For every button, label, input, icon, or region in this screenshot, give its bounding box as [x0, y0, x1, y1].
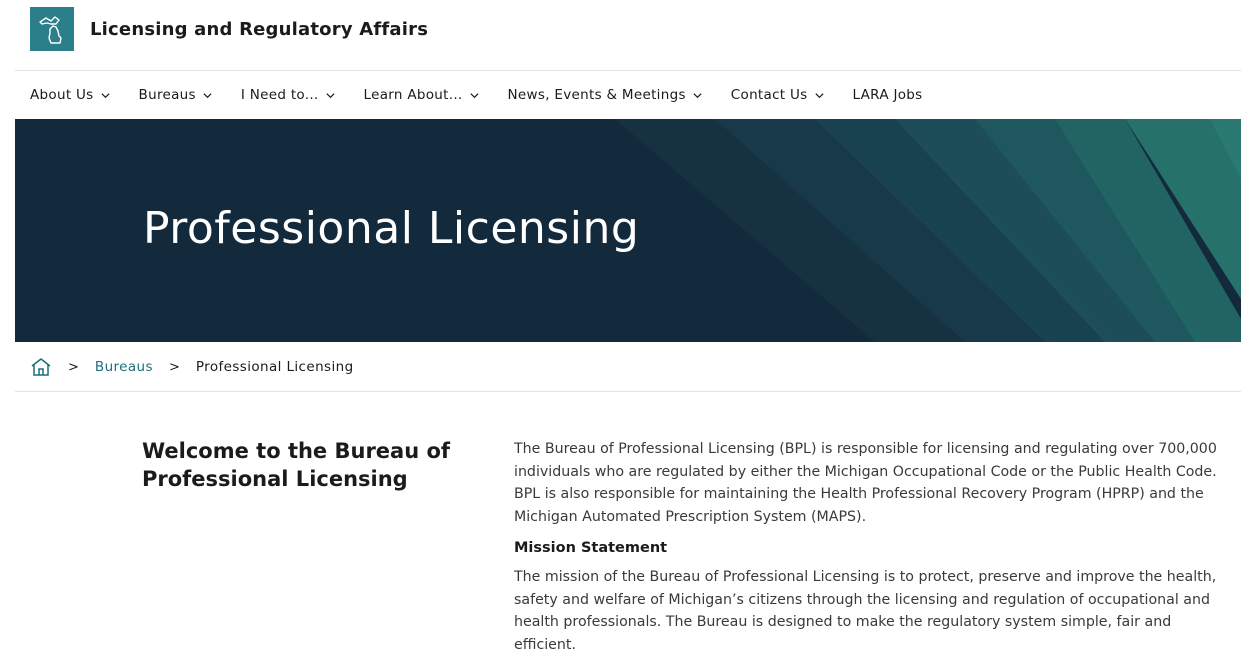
page-title: Professional Licensing: [143, 203, 640, 254]
main-nav: About Us Bureaus I Need to... Learn Abou…: [30, 84, 951, 106]
nav-item-label: Bureaus: [138, 87, 196, 103]
nav-item-label: LARA Jobs: [852, 87, 923, 103]
nav-item-label: About Us: [30, 87, 94, 103]
chevron-down-icon: [203, 92, 212, 98]
nav-item-i-need-to[interactable]: I Need to...: [241, 87, 336, 103]
nav-item-contact-us[interactable]: Contact Us: [731, 87, 825, 103]
nav-item-label: News, Events & Meetings: [507, 87, 686, 103]
mission-heading: Mission Statement: [514, 540, 668, 556]
nav-item-learn-about[interactable]: Learn About...: [364, 87, 480, 103]
main-content: The Bureau of Professional Licensing (BP…: [514, 438, 1229, 656]
welcome-heading: Welcome to the Bureau of Professional Li…: [142, 439, 451, 491]
home-icon[interactable]: [30, 357, 52, 377]
intro-paragraph: The Bureau of Professional Licensing (BP…: [514, 441, 1217, 525]
nav-item-about-us[interactable]: About Us: [30, 87, 111, 103]
chevron-down-icon: [325, 92, 335, 98]
mission-paragraph: The mission of the Bureau of Professiona…: [514, 569, 1217, 653]
breadcrumb-separator: >: [68, 359, 79, 375]
nav-divider: [15, 70, 1241, 71]
breadcrumb: > Bureaus > Professional Licensing: [30, 355, 354, 379]
site-header: Licensing and Regulatory Affairs: [30, 7, 428, 51]
chevron-down-icon: [100, 92, 110, 98]
nav-item-news-events-meetings[interactable]: News, Events & Meetings: [508, 87, 703, 103]
michigan-logo-icon[interactable]: [30, 7, 74, 51]
nav-item-label: Contact Us: [730, 87, 808, 103]
breadcrumb-link-bureaus[interactable]: Bureaus: [95, 359, 153, 375]
breadcrumb-separator: >: [168, 359, 180, 375]
nav-item-bureaus[interactable]: Bureaus: [139, 87, 213, 103]
nav-item-label: Learn About...: [363, 87, 463, 103]
breadcrumb-current: Professional Licensing: [195, 359, 354, 375]
chevron-down-icon: [693, 92, 702, 98]
nav-item-label: I Need to...: [240, 87, 319, 103]
chevron-down-icon: [469, 92, 479, 98]
breadcrumb-divider: [15, 391, 1241, 392]
site-title[interactable]: Licensing and Regulatory Affairs: [90, 19, 428, 40]
hero-banner: Professional Licensing: [15, 119, 1241, 342]
chevron-down-icon: [814, 92, 824, 98]
nav-item-lara-jobs[interactable]: LARA Jobs: [853, 87, 923, 103]
